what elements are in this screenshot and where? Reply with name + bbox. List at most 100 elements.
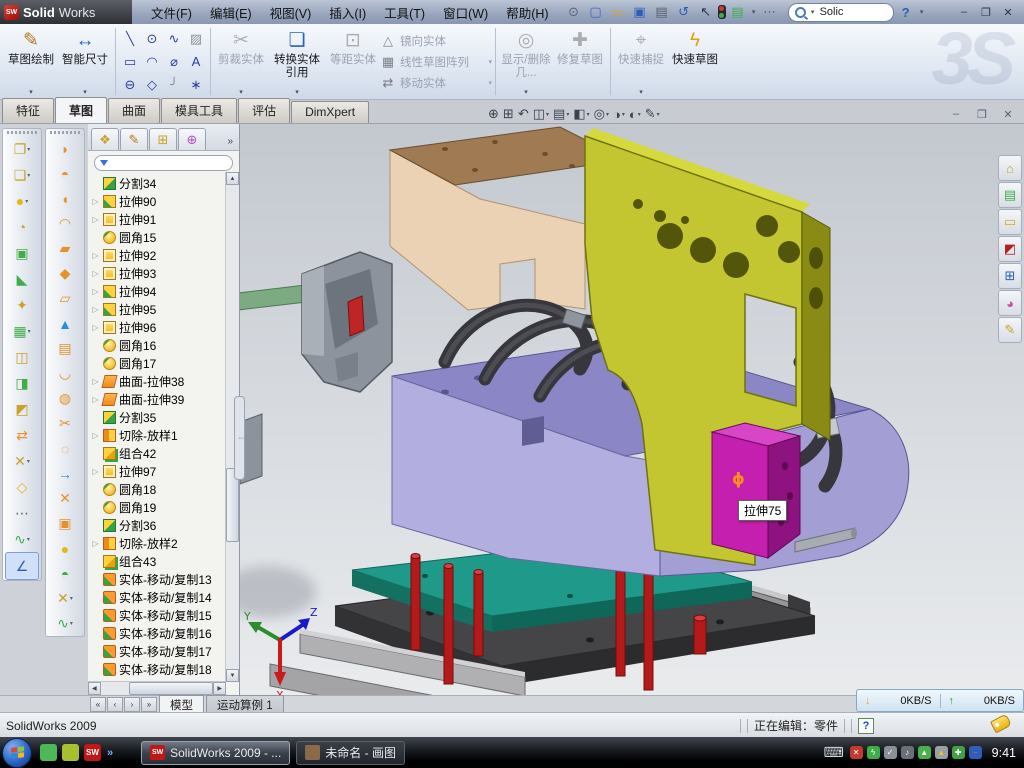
extend-surface-icon[interactable]: → ▾: [46, 461, 84, 486]
draft-icon[interactable]: ◣ ▾: [3, 266, 41, 292]
scroll-right-icon[interactable]: ▶: [213, 682, 226, 695]
ribbon-tab[interactable]: DimXpert: [291, 101, 369, 123]
polygon-icon[interactable]: ◇: [141, 73, 163, 96]
tree-item[interactable]: ▷ 拉伸91: [88, 210, 226, 228]
scrollbar-thumb[interactable]: [129, 682, 214, 695]
tree-item[interactable]: ▷ 拉伸94: [88, 282, 226, 300]
tree-item[interactable]: ▷ 圆角17: [88, 354, 226, 372]
delete-body-icon[interactable]: ✕ ▾: [3, 448, 41, 474]
revolved-surface-icon[interactable]: ◓ ▾: [46, 161, 84, 186]
untrim-surface-icon[interactable]: ◌ ▾: [46, 436, 84, 461]
menu-item[interactable]: 插入(I): [320, 0, 375, 26]
options-icon[interactable]: ▤: [728, 3, 748, 21]
next-doc-button[interactable]: ›: [124, 697, 140, 712]
dropdown-arrow-icon[interactable]: ▾: [587, 111, 590, 118]
expand-arrow-icon[interactable]: ▷: [91, 269, 100, 278]
fillet-icon[interactable]: ● ▾: [3, 188, 41, 214]
axis-icon[interactable]: ⋯ ▾: [3, 500, 41, 526]
tree-item[interactable]: ▷ 拉伸95: [88, 300, 226, 318]
rectangle-icon[interactable]: ▭: [119, 50, 141, 73]
move-copy-body-icon[interactable]: ⇄ ▾: [3, 422, 41, 448]
circle-icon[interactable]: ⊙: [141, 27, 163, 50]
replace-face-icon[interactable]: ▣ ▾: [46, 511, 84, 536]
dropdown-arrow-icon[interactable]: ▾: [638, 111, 641, 118]
tree-item[interactable]: ▷ 实体-移动/复制15: [88, 606, 226, 624]
offset-surface-icon[interactable]: ▲ ▾: [46, 311, 84, 336]
tree-item[interactable]: ▷ 实体-移动/复制17: [88, 642, 226, 660]
doc-close-button[interactable]: ✕: [1000, 108, 1016, 121]
expand-arrow-icon[interactable]: ▷: [91, 431, 100, 440]
scroll-down-icon[interactable]: ▼: [226, 669, 239, 682]
scroll-left-icon[interactable]: ◀: [88, 682, 101, 695]
apply-scene-icon[interactable]: ◐ ▾: [629, 107, 641, 122]
dropdown-arrow-icon[interactable]: ▾: [27, 458, 30, 465]
dropdown-arrow-icon[interactable]: ▾: [622, 111, 625, 118]
extruded-boss-icon[interactable]: ❐ ▾: [3, 136, 41, 162]
smart-dimension-button[interactable]: ↔ 智能尺寸 ▾: [58, 24, 112, 99]
convert-entities-button[interactable]: ❏ 转换实体引用 ▾: [268, 24, 326, 99]
dropdown-arrow-icon[interactable]: ▾: [25, 198, 28, 205]
search-box[interactable]: ▾ Solic: [788, 3, 894, 22]
volume-icon[interactable]: ♪: [901, 746, 914, 759]
view-orientation-icon[interactable]: ▤ ▾: [553, 106, 569, 122]
propertymanager-tab[interactable]: ✎: [120, 128, 148, 150]
doc-minimize-button[interactable]: –: [948, 108, 964, 121]
expand-arrow-icon[interactable]: ▷: [91, 305, 100, 314]
minimize-button[interactable]: –: [956, 6, 972, 19]
dropdown-arrow-icon[interactable]: ▾: [29, 88, 33, 96]
measure-icon[interactable]: ∠ ▾: [5, 552, 39, 580]
network-warning-icon[interactable]: ▲: [935, 746, 948, 759]
view-palette-icon[interactable]: ⊞: [998, 263, 1022, 289]
ribbon-tab[interactable]: 草图: [55, 97, 107, 123]
help-dropdown-icon[interactable]: ▾: [918, 8, 926, 16]
tree-item[interactable]: ▷ 实体-移动/复制14: [88, 588, 226, 606]
line-icon[interactable]: ╲: [119, 27, 141, 50]
planar-surface-icon[interactable]: ▱ ▾: [46, 286, 84, 311]
options-dropdown-icon[interactable]: ▾: [750, 8, 758, 16]
dropdown-arrow-icon[interactable]: ▾: [657, 111, 660, 118]
ribbon-tab[interactable]: 评估: [238, 98, 290, 123]
menu-item[interactable]: 工具(T): [375, 0, 434, 26]
extruded-cut-icon[interactable]: ❏ ▾: [3, 162, 41, 188]
tree-item[interactable]: ▷ 切除-放样1: [88, 426, 226, 444]
split-body-icon[interactable]: ◨ ▾: [3, 370, 41, 396]
select-arrow-icon[interactable]: ↖: [696, 3, 716, 21]
taskbar-button[interactable]: SW SolidWorks 2009 - ...: [141, 741, 290, 765]
new-file-icon[interactable]: ▢: [586, 3, 606, 21]
delete-body2-icon[interactable]: ✕ ▾: [46, 586, 84, 611]
linear-sketch-pattern-item[interactable]: ▦ 线性草图阵列 ▾: [380, 51, 492, 72]
expand-arrow-icon[interactable]: ▷: [91, 323, 100, 332]
dropdown-arrow-icon[interactable]: ▾: [524, 88, 528, 96]
toolbox-icon[interactable]: ◩: [998, 236, 1022, 262]
ime-keyboard-icon[interactable]: ⌨: [823, 744, 843, 761]
tree-item[interactable]: ▷ 圆角15: [88, 228, 226, 246]
configurationmanager-tab[interactable]: ⊞: [149, 128, 177, 150]
close-button[interactable]: ✕: [1000, 6, 1016, 19]
hide-show-items-icon[interactable]: ◎ ▾: [594, 106, 609, 122]
scroll-up-icon[interactable]: ▲: [226, 172, 239, 185]
tree-item[interactable]: ▷ 组合43: [88, 552, 226, 570]
filled-surface-icon[interactable]: ◆ ▾: [46, 261, 84, 286]
last-doc-button[interactable]: »: [141, 697, 157, 712]
dropdown-arrow-icon[interactable]: ▾: [70, 620, 73, 627]
tree-item[interactable]: ▷ 组合42: [88, 444, 226, 462]
tree-item[interactable]: ▷ 拉伸97: [88, 462, 226, 480]
start-button[interactable]: [2, 738, 32, 768]
tree-item[interactable]: ▷ 实体-移动/复制16: [88, 624, 226, 642]
dome-icon[interactable]: ◓ ▾: [46, 561, 84, 586]
tree-item[interactable]: ▷ 分割36: [88, 516, 226, 534]
trim-entities-button[interactable]: ✂ 剪裁实体 ▾: [214, 24, 268, 99]
dropdown-arrow-icon[interactable]: ▾: [639, 88, 643, 96]
dropdown-arrow-icon[interactable]: ▾: [488, 79, 492, 87]
dropdown-arrow-icon[interactable]: ▾: [488, 58, 492, 66]
dropdown-arrow-icon[interactable]: ▾: [606, 111, 609, 118]
tree-item[interactable]: ▷ 实体-移动/复制13: [88, 570, 226, 588]
boundary-surface-icon[interactable]: ▰ ▾: [46, 236, 84, 261]
dropdown-arrow-icon[interactable]: ▾: [27, 172, 30, 179]
tree-item[interactable]: ▷ 拉伸96: [88, 318, 226, 336]
ribbon-tab[interactable]: 特征: [2, 98, 54, 123]
file-explorer-icon[interactable]: ▭: [998, 209, 1022, 235]
graphics-viewport[interactable]: ϕ Y Z X: [240, 124, 1024, 695]
tree-item[interactable]: ▷ 分割35: [88, 408, 226, 426]
trim-surface-icon[interactable]: ✂ ▾: [46, 411, 84, 436]
